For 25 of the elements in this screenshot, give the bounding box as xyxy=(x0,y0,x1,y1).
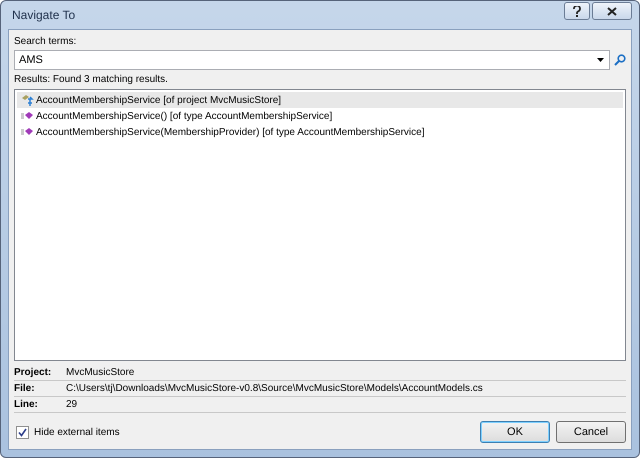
check-icon xyxy=(18,428,27,436)
result-item[interactable]: AccountMembershipService [of project MvcMusicStore] xyxy=(17,92,623,108)
dialog-button[interactable]: OK xyxy=(480,421,550,443)
search-field[interactable]: AMS xyxy=(14,50,610,70)
result-item[interactable]: AccountMembershipService() [of type AccountMembershipService] xyxy=(17,108,623,124)
results-label: Results: Found 3 matching results. xyxy=(14,74,169,85)
close-button[interactable] xyxy=(592,2,632,20)
help-button[interactable] xyxy=(564,2,590,20)
detail-label: Line: xyxy=(14,397,66,413)
help-icon xyxy=(573,6,581,16)
detail-value: C:\Users\tj\Downloads\MvcMusicStore-v0.8\Source\MvcMusicStore\Models\AccountModels.cs xyxy=(66,381,626,397)
search-label: Search terms: xyxy=(14,36,78,47)
detail-label: Project: xyxy=(14,365,66,381)
project-icon xyxy=(21,94,34,106)
close-icon xyxy=(607,6,617,16)
hide-external-checkbox[interactable] xyxy=(16,426,29,438)
detail-value: MvcMusicStore xyxy=(66,365,626,381)
result-item[interactable]: AccountMembershipService(MembershipProvider) [of type AccountMembershipService] xyxy=(17,124,623,140)
window-title: Navigate To xyxy=(11,8,76,22)
dropdown-caret-icon[interactable] xyxy=(597,58,604,62)
checkbox-label: Hide external items xyxy=(34,426,120,438)
dialog-button[interactable]: Cancel xyxy=(556,421,626,443)
search-icon[interactable] xyxy=(614,54,626,66)
detail-label: File: xyxy=(14,381,66,397)
detail-value: 29 xyxy=(66,397,626,413)
